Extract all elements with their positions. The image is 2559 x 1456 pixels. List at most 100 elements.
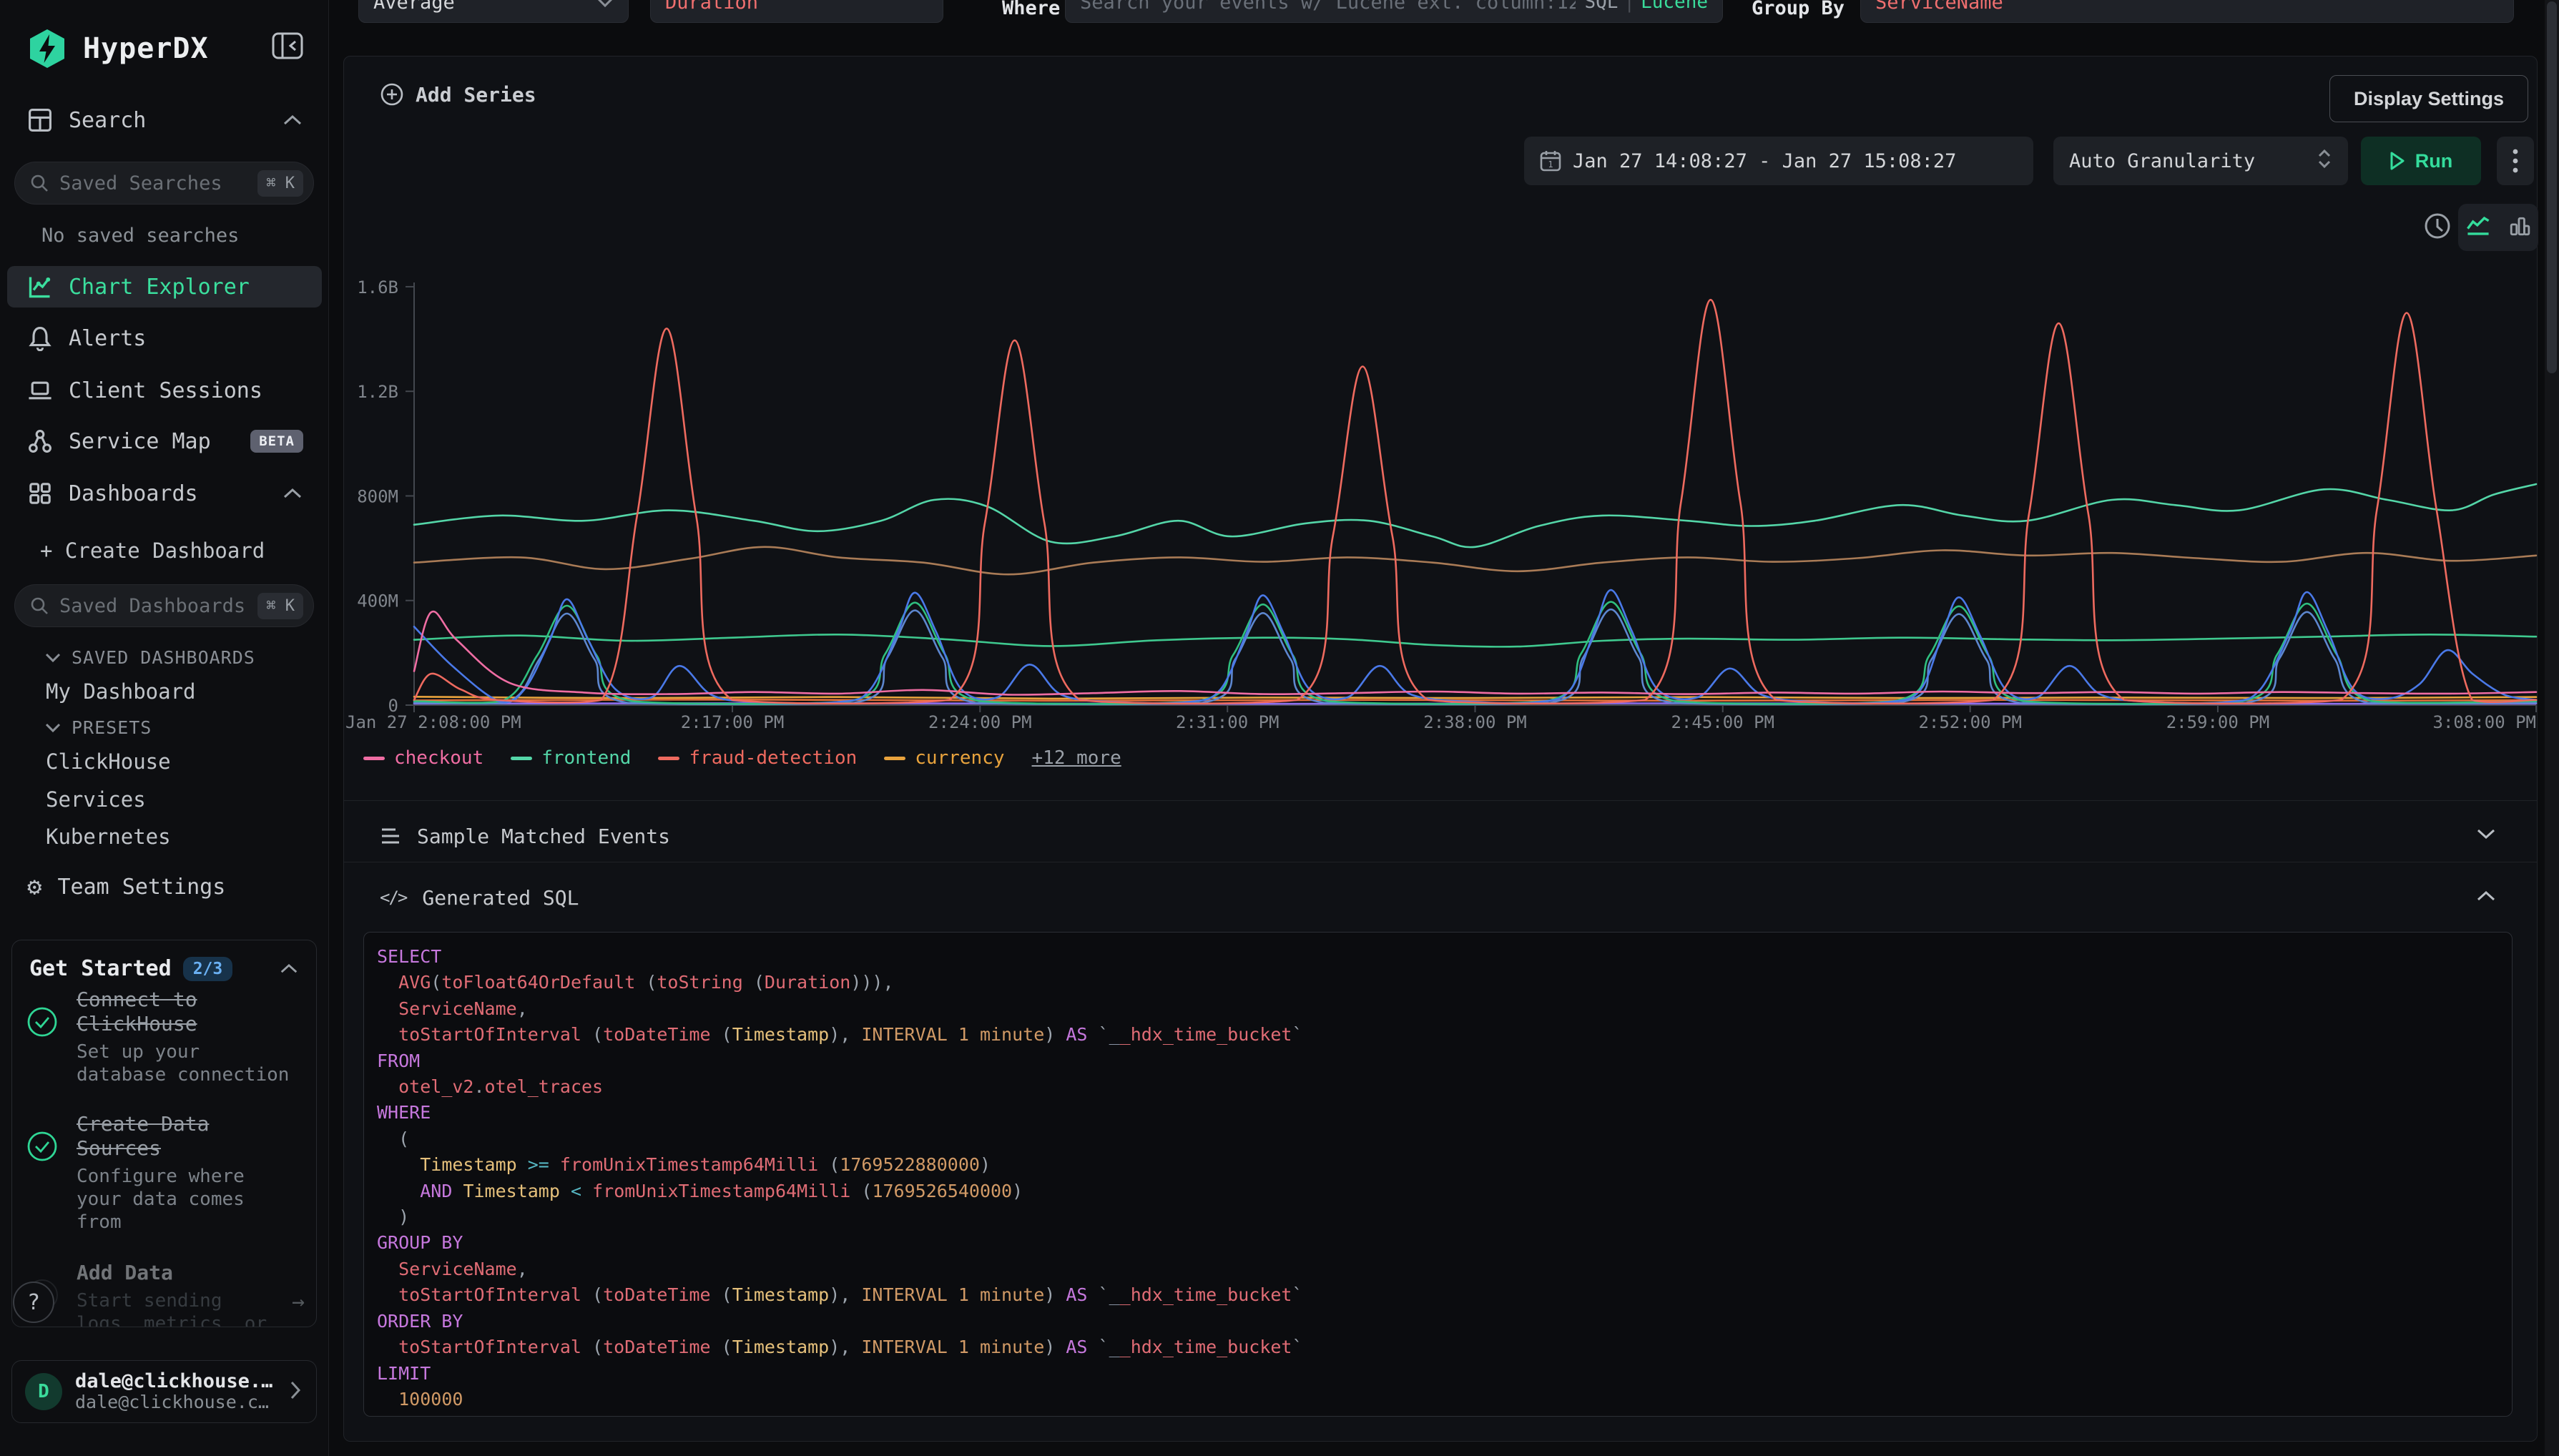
sidebar-item-my-dashboard[interactable]: My Dashboard [0,677,329,706]
sidebar-item-label: Dashboards [69,481,198,506]
search-events-input[interactable]: SQL|Lucene [1065,0,1723,23]
generated-sql-code[interactable]: SELECT AVG(toFloat64OrDefault (toString … [363,932,2513,1417]
legend-label: fraud-detection [689,747,857,769]
dashboards-grid-icon [27,481,53,506]
language-switch[interactable]: SQL|Lucene [1584,0,1708,13]
svg-text:1.2B: 1.2B [357,382,398,402]
shortcut-badge: ⌘ K [257,593,303,619]
brand-name: HyperDX [83,32,209,65]
group-presets[interactable]: PRESETS [0,714,329,740]
page-scrollbar[interactable] [2545,0,2559,1456]
legend-swatch [511,757,532,760]
step-desc: Set up your database connection [77,1041,291,1086]
create-dashboard-button[interactable]: + Create Dashboard [0,533,329,568]
step-desc: Configure where your data comes from [77,1165,291,1234]
chevron-up-down-icon [2317,147,2332,175]
timeseries-chart: 0400M800M1.2B1.6BJan 27 2:08:00 PM2:17:0… [337,260,2547,753]
legend-item[interactable]: fraud-detection [658,747,857,769]
legend-item[interactable]: currency [884,747,1004,769]
kebab-icon [2513,148,2518,174]
svg-text:800M: 800M [357,486,398,506]
get-started-card: Get Started 2/3 Connect to ClickHouse Se… [11,940,317,1327]
step-title: Connect to ClickHouse [77,988,291,1036]
sidebar-item-chart-explorer[interactable]: Chart Explorer [7,266,322,308]
service-map-icon [27,428,53,454]
scrollbar-thumb[interactable] [2547,1,2557,373]
account-menu[interactable]: D dale@clickhouse.… dale@clickhouse.c… [11,1360,317,1423]
group-saved-dashboards[interactable]: SAVED DASHBOARDS [0,644,329,670]
time-window-icon[interactable] [2422,211,2452,244]
metric-field-input[interactable]: Duration [650,0,943,23]
sidebar-item-team-settings[interactable]: ⚙ Team Settings [0,868,329,905]
sample-matched-events-header[interactable]: Sample Matched Events [380,816,670,856]
chevron-up-icon[interactable] [2475,889,2497,905]
chevron-down-icon [44,652,62,663]
sidebar-item-kubernetes[interactable]: Kubernetes [0,822,329,851]
saved-dashboards-field[interactable] [59,595,247,617]
svg-text:1: 1 [1548,159,1553,169]
display-settings-button[interactable]: Display Settings [2329,75,2528,122]
date-range-value: Jan 27 14:08:27 - Jan 27 15:08:27 [1573,150,1956,172]
sidebar-collapse-icon[interactable] [272,31,303,66]
arrow-right-icon: → [292,1289,305,1327]
help-button[interactable]: ? [13,1282,54,1323]
sidebar-item-alerts[interactable]: Alerts [0,320,329,357]
legend-item[interactable]: frontend [511,747,631,769]
step-title: Create Data Sources [77,1112,291,1161]
sidebar-item-search[interactable]: Search [0,103,329,137]
svg-text:400M: 400M [357,591,398,611]
bar-chart-type-icon[interactable] [2509,215,2530,240]
beta-badge: BETA [250,430,303,453]
search-icon [29,173,49,193]
chevron-down-icon[interactable] [2475,827,2497,844]
svg-text:2:24:00 PM: 2:24:00 PM [928,712,1032,732]
sidebar-item-label: Alerts [69,326,146,351]
line-chart-type-icon[interactable] [2466,215,2490,240]
sidebar-item-clickhouse[interactable]: ClickHouse [0,747,329,776]
no-saved-searches-text: No saved searches [0,224,329,247]
date-range-picker[interactable]: 1 Jan 27 14:08:27 - Jan 27 15:08:27 [1524,137,2033,185]
chevron-down-icon [44,722,62,733]
svg-text:1.6B: 1.6B [357,277,398,297]
list-icon [380,827,401,845]
saved-dashboards-input[interactable]: ⌘ K [14,584,314,627]
generated-sql-header[interactable]: </> Generated SQL [380,877,579,918]
sidebar-item-dashboards[interactable]: Dashboards [0,475,329,512]
sidebar: HyperDX Search ⌘ K No saved searches Cha… [0,0,329,1456]
sidebar-item-label: Search [69,108,146,133]
saved-searches-field[interactable] [59,172,247,195]
legend-label: currency [915,747,1004,769]
legend-label: frontend [541,747,631,769]
group-by-input[interactable]: ServiceName [1860,0,2514,23]
chevron-up-icon[interactable] [279,963,299,975]
account-email: dale@clickhouse.c… [75,1392,272,1412]
granularity-select[interactable]: Auto Granularity [2053,137,2348,185]
get-started-step-add-data[interactable]: 3 Add Data Start sending logs, metrics, … [26,1261,305,1327]
svg-text:2:38:00 PM: 2:38:00 PM [1423,712,1527,732]
svg-text:2:31:00 PM: 2:31:00 PM [1176,712,1280,732]
sidebar-item-services[interactable]: Services [0,785,329,814]
get-started-title: Get Started [29,956,172,981]
search-events-field[interactable] [1080,0,1576,14]
sidebar-item-label: Chart Explorer [69,275,250,300]
play-icon [2389,152,2405,170]
add-series-button[interactable]: Add Series [380,82,536,107]
more-options-button[interactable] [2497,137,2534,185]
sidebar-item-client-sessions[interactable]: Client Sessions [0,372,329,409]
gear-icon: ⚙ [27,872,41,901]
plus-circle-icon [380,82,404,107]
get-started-step-sources[interactable]: Create Data Sources Configure where your… [26,1112,305,1234]
legend-more-link[interactable]: +12 more [1032,747,1121,769]
get-started-step-connect[interactable]: Connect to ClickHouse Set up your databa… [26,988,305,1086]
sidebar-item-service-map[interactable]: Service Map BETA [0,423,329,460]
saved-searches-input[interactable]: ⌘ K [14,162,314,205]
legend-item[interactable]: checkout [363,747,483,769]
svg-text:2:59:00 PM: 2:59:00 PM [2166,712,2270,732]
chart-line-icon [27,274,53,300]
legend-label: checkout [394,747,483,769]
svg-text:2:17:00 PM: 2:17:00 PM [681,712,785,732]
chevron-down-icon [596,0,614,8]
laptop-icon [27,378,53,403]
run-button[interactable]: Run [2361,137,2481,185]
aggregation-select[interactable]: Average [358,0,629,23]
